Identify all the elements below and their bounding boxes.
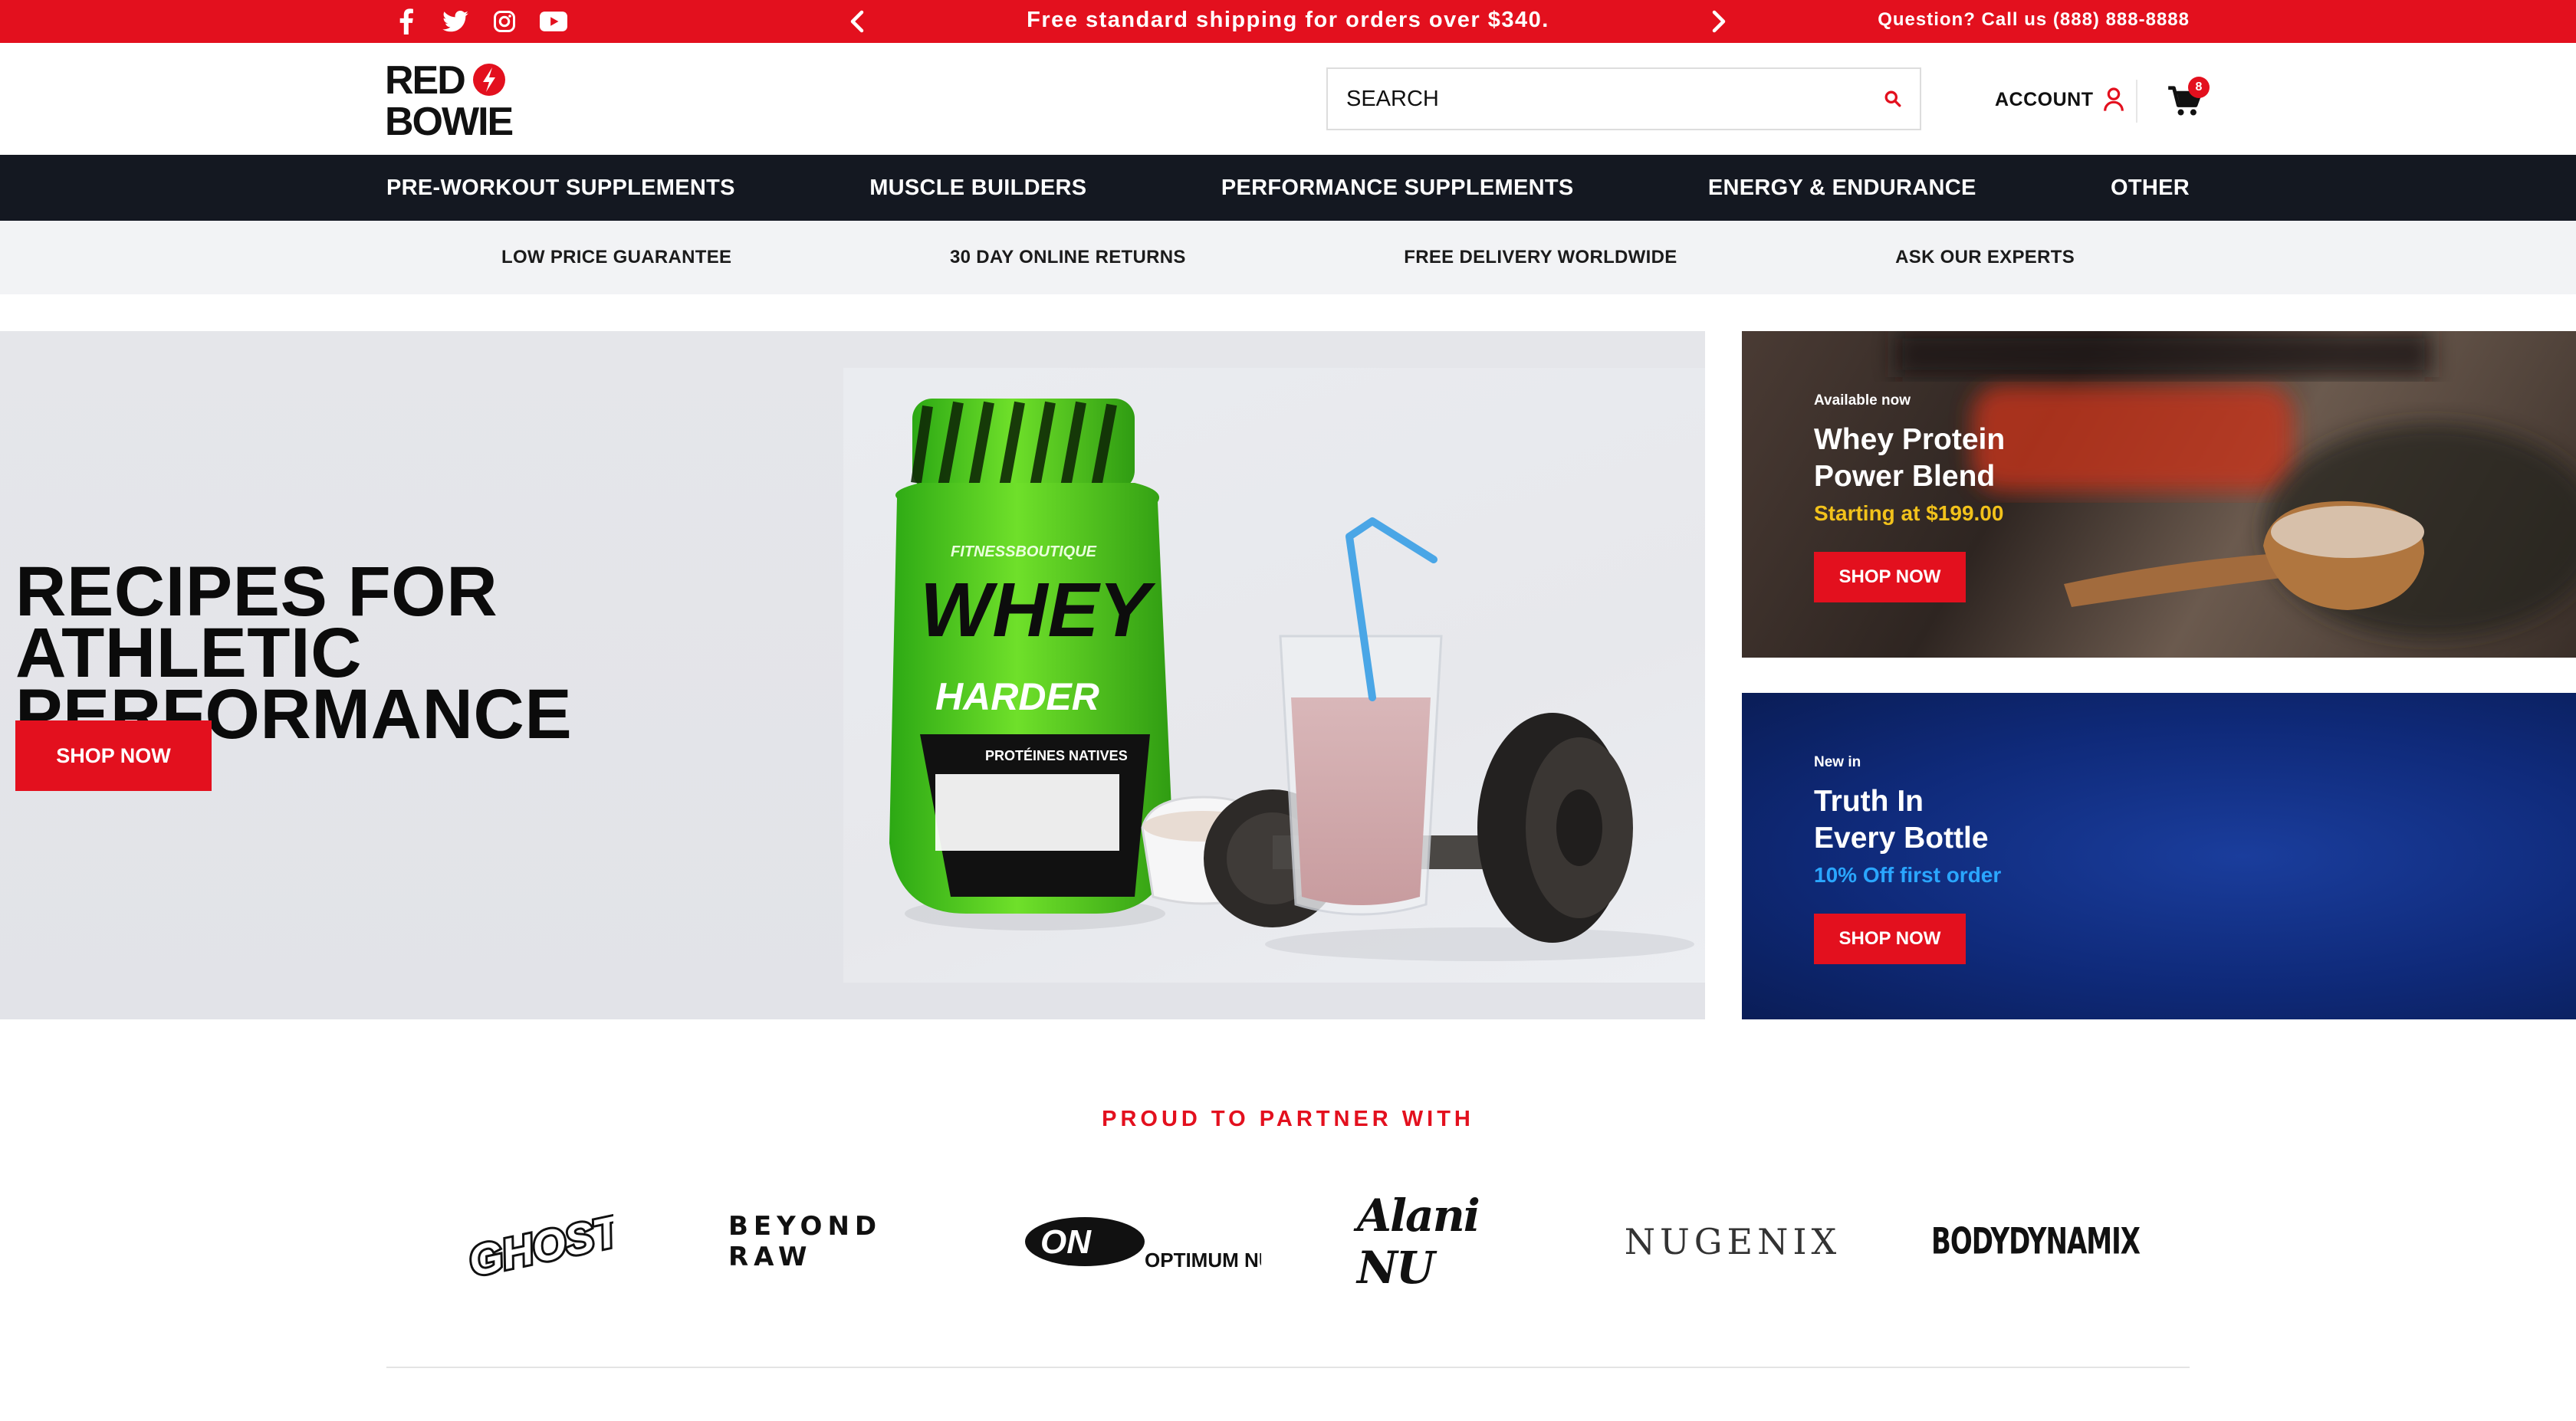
search-box <box>1326 67 1921 130</box>
nav-item-pre-workout[interactable]: PRE-WORKOUT SUPPLEMENTS <box>386 176 735 201</box>
tile-title-line1: Truth In <box>1814 785 1924 818</box>
promo-prev-arrow[interactable] <box>842 6 872 37</box>
youtube-icon[interactable] <box>538 6 569 37</box>
contact-phone[interactable]: Question? Call us (888) 888-8888 <box>1878 0 2190 43</box>
cart-button[interactable]: 8 <box>2168 77 2211 121</box>
section-divider <box>386 1367 2190 1368</box>
tub-brand: FITNESSBOUTIQUE <box>951 543 1097 560</box>
tile-price: Starting at $199.00 <box>1814 501 2004 525</box>
tile-title: Whey Protein Power Blend <box>1814 422 2121 495</box>
nav-item-energy-endurance[interactable]: ENERGY & ENDURANCE <box>1708 176 1976 201</box>
brand-logo-bodydynamix[interactable]: BODYDYNAMIX <box>1931 1188 2141 1295</box>
tile-offer: 10% Off first order <box>1814 863 2002 887</box>
tub-sub: PROTÉINES NATIVES <box>985 747 1128 763</box>
svg-text:GHOST: GHOST <box>465 1206 613 1284</box>
tile-shop-now-button[interactable]: SHOP NOW <box>1814 914 1966 964</box>
announcement-bar: Free standard shipping for orders over $… <box>0 0 2576 43</box>
tile-kicker: New in <box>1814 754 1861 770</box>
search-button[interactable] <box>1866 69 1920 129</box>
logo-line2: BOWIE <box>385 100 513 138</box>
hero-product-image: FITNESSBOUTIQUE WHEY HARDER PROTÉINES NA… <box>843 368 1705 983</box>
hero-shop-now-button[interactable]: SHOP NOW <box>15 720 212 791</box>
usp-free-delivery[interactable]: FREE DELIVERY WORLDWIDE <box>1404 247 1677 268</box>
tub-word1: WHEY <box>920 567 1156 653</box>
usp-returns[interactable]: 30 DAY ONLINE RETURNS <box>950 247 1186 268</box>
search-icon <box>1884 90 1901 107</box>
hero-banner: FITNESSBOUTIQUE WHEY HARDER PROTÉINES NA… <box>0 331 1705 1019</box>
nav-item-other[interactable]: OTHER <box>2111 176 2190 201</box>
facebook-icon[interactable] <box>391 6 422 37</box>
usp-low-price[interactable]: LOW PRICE GUARANTEE <box>501 247 731 268</box>
hero-title: RECIPES FOR ATHLETIC PERFORMANCE <box>15 556 843 750</box>
svg-text:OPTIMUM NUTRITION: OPTIMUM NUTRITION <box>1145 1249 1261 1272</box>
site-header: RED BOWIE ACCOUNT 8 <box>0 43 2576 155</box>
account-link[interactable]: ACCOUNT <box>1995 81 2124 118</box>
tile-title-line2: Every Bottle <box>1814 822 1989 855</box>
tub-word2: HARDER <box>935 675 1099 718</box>
brand-logo-optimum-nutrition[interactable]: ON OPTIMUM NUTRITION <box>1024 1188 1261 1295</box>
promo-next-arrow[interactable] <box>1704 6 1734 37</box>
promo-message: Free standard shipping for orders over $… <box>1027 8 1549 32</box>
logo-line1: RED <box>385 60 465 103</box>
site-logo[interactable]: RED BOWIE <box>385 58 523 144</box>
usp-bar: LOW PRICE GUARANTEE 30 DAY ONLINE RETURN… <box>0 221 2576 294</box>
cart-count-badge: 8 <box>2188 77 2210 98</box>
twitter-icon[interactable] <box>440 6 471 37</box>
brand-logo-beyond-raw[interactable]: BEYOND RAW <box>728 1188 943 1295</box>
account-label: ACCOUNT <box>1995 88 2094 110</box>
tile-title-line2: Power Blend <box>1814 460 1996 493</box>
tile-kicker: Available now <box>1814 392 1911 409</box>
promo-tile-whey[interactable]: Available now Whey Protein Power Blend S… <box>1742 331 2576 658</box>
user-icon <box>2103 87 2124 111</box>
promo-tile-truth[interactable]: New in Truth In Every Bottle 10% Off fir… <box>1742 693 2576 1019</box>
tile-shop-now-button[interactable]: SHOP NOW <box>1814 552 1966 602</box>
brand-logo-nugenix[interactable]: NUGENIX <box>1618 1188 1848 1295</box>
svg-text:ON: ON <box>1040 1223 1092 1261</box>
hero-title-line1: RECIPES FOR ATHLETIC <box>15 553 498 692</box>
nav-item-performance[interactable]: PERFORMANCE SUPPLEMENTS <box>1221 176 1574 201</box>
brand-logo-alani-nu[interactable]: Alani NU <box>1357 1188 1526 1295</box>
search-input[interactable] <box>1328 69 1866 129</box>
tile-title-line1: Whey Protein <box>1814 423 2006 456</box>
tile-title: Truth In Every Bottle <box>1814 783 2121 857</box>
partners-heading: PROUD TO PARTNER WITH <box>1102 1107 1474 1131</box>
main-navigation: PRE-WORKOUT SUPPLEMENTS MUSCLE BUILDERS … <box>0 155 2576 221</box>
instagram-icon[interactable] <box>489 6 520 37</box>
usp-ask-experts[interactable]: ASK OUR EXPERTS <box>1895 247 2075 268</box>
social-links <box>391 6 569 37</box>
brand-logo-ghost[interactable]: GHOST GHOST <box>460 1188 613 1295</box>
header-divider <box>2136 80 2137 123</box>
nav-item-muscle-builders[interactable]: MUSCLE BUILDERS <box>869 176 1086 201</box>
